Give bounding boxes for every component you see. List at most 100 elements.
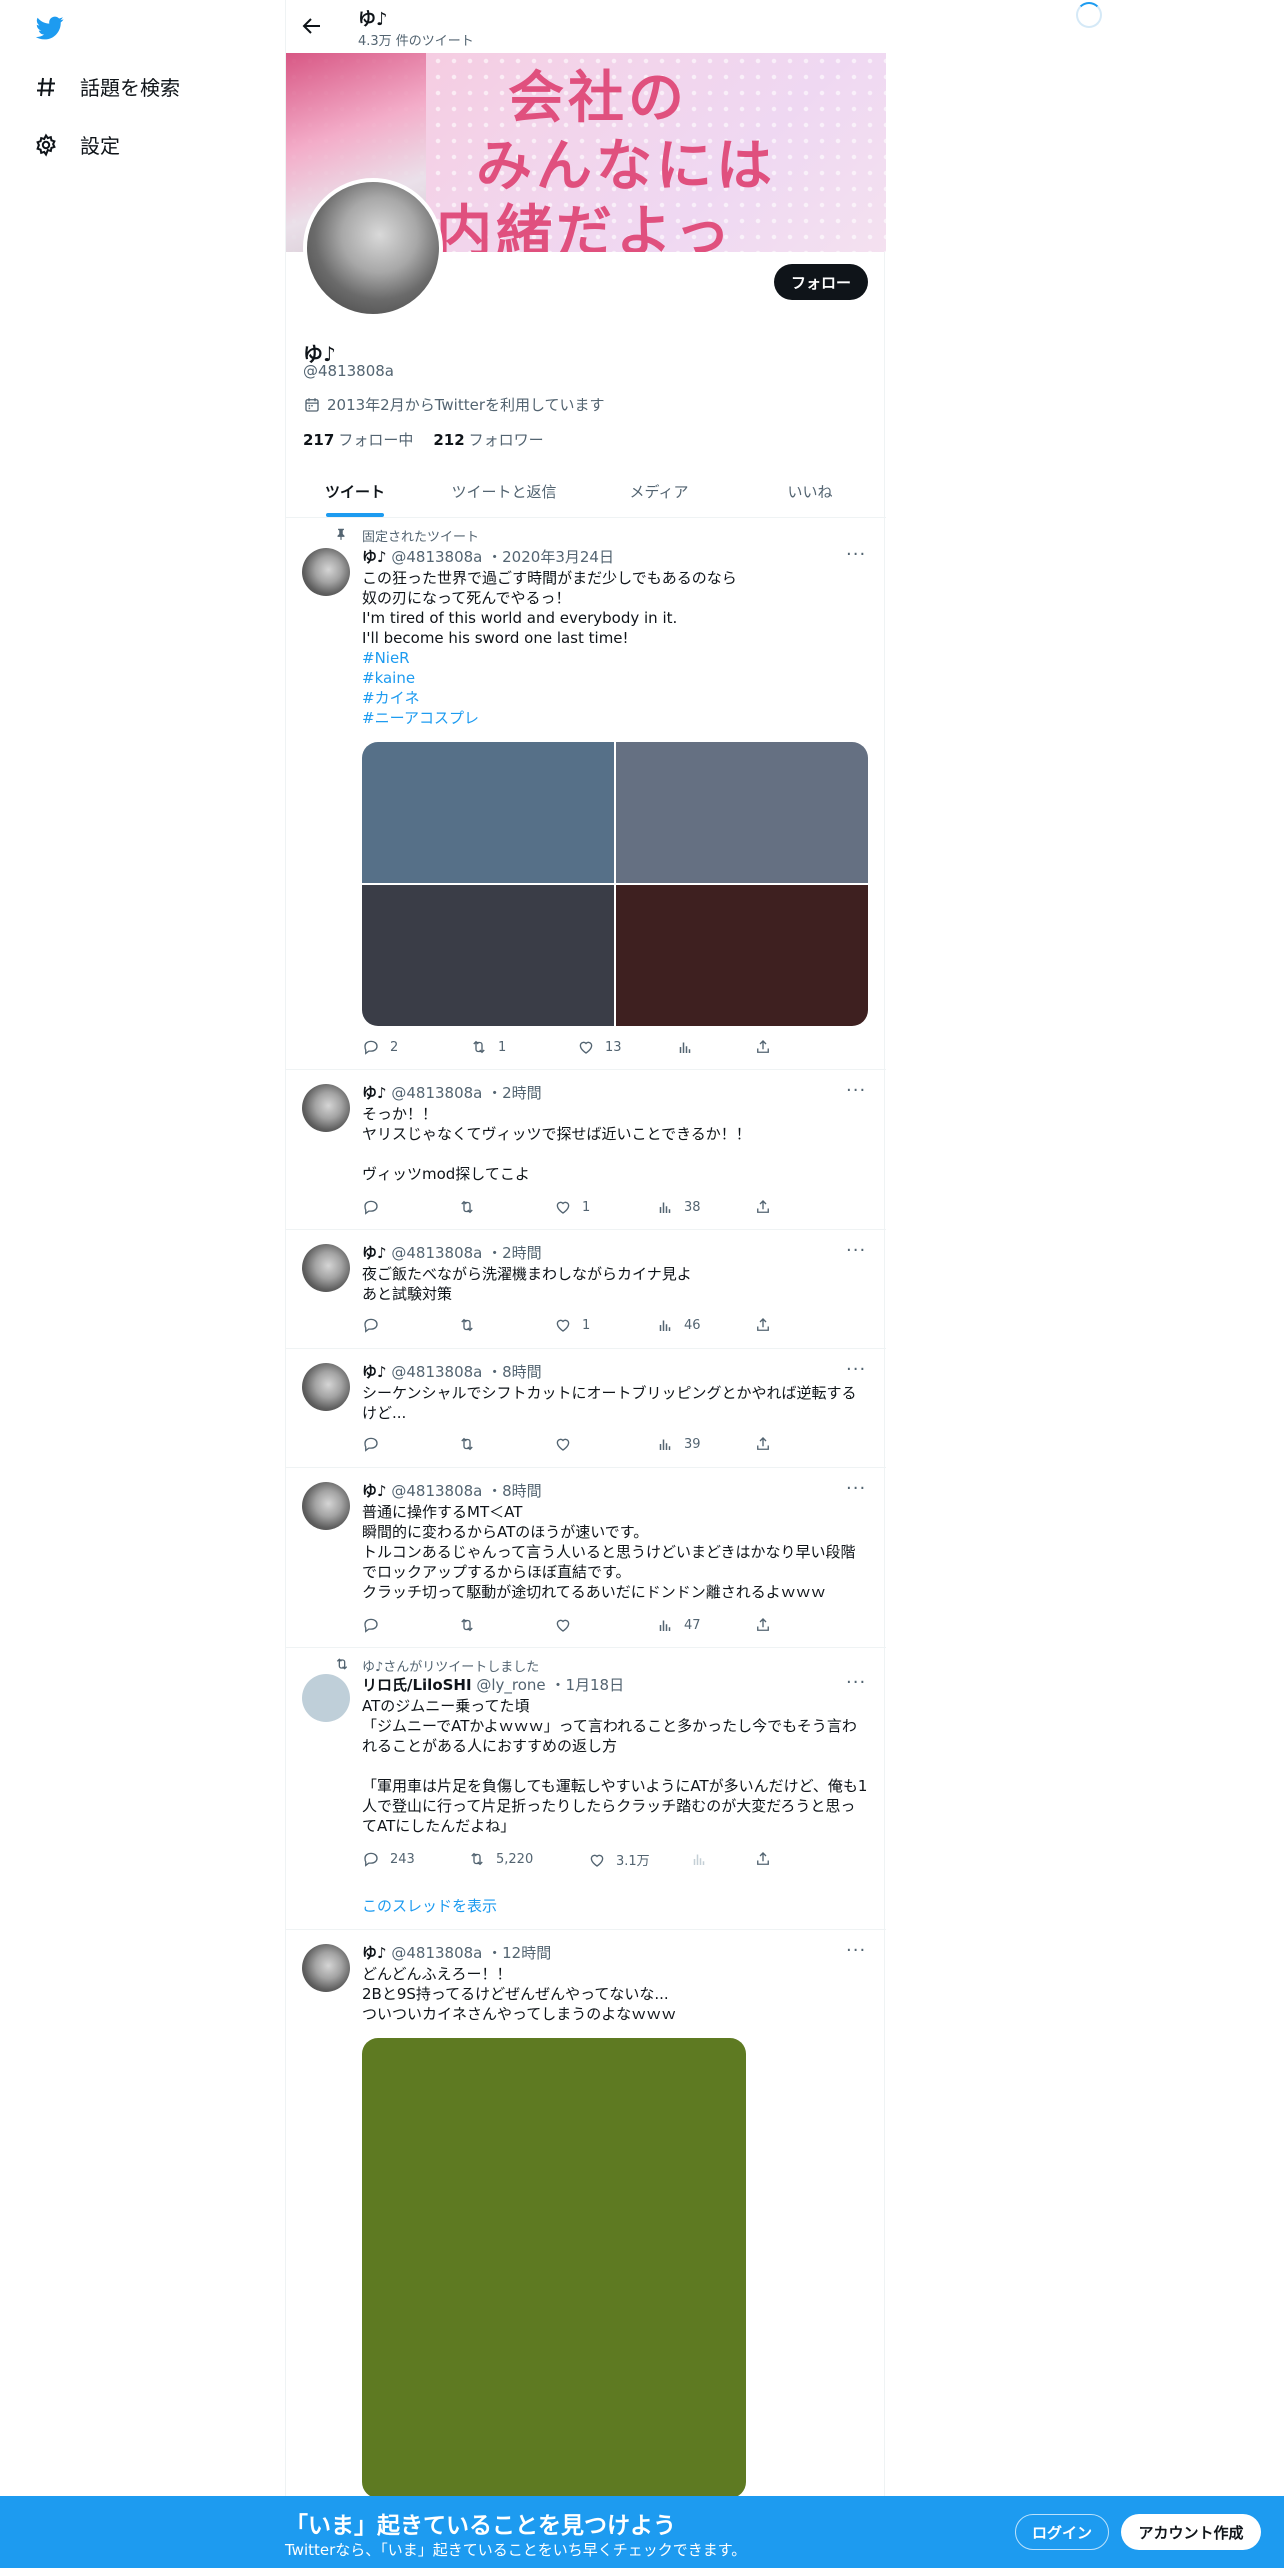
like-button[interactable]: 3.1万 xyxy=(588,1850,650,1869)
back-arrow-icon[interactable] xyxy=(300,14,324,38)
views-count: 38 xyxy=(684,1199,701,1215)
retweet-button[interactable] xyxy=(458,1616,486,1634)
views-button[interactable]: 46 xyxy=(656,1316,701,1334)
tab-tweets[interactable]: ツイート xyxy=(286,465,424,518)
tweet-line: シーケンシャルでシフトカットにオートブリッピングとかやれば逆転する xyxy=(362,1384,857,1402)
tweet-photo[interactable] xyxy=(362,885,614,1026)
nav-settings[interactable]: 設定 xyxy=(34,130,120,159)
tweet-time[interactable]: ・8時間 xyxy=(487,1363,542,1381)
reply-icon xyxy=(364,1040,378,1055)
tweet[interactable]: ゆ♪ @4813808a ・12時間 ··· どんどんふえろー！！ 2Bと9S持… xyxy=(286,1930,886,2498)
share-button[interactable] xyxy=(754,1850,772,1868)
views-chart-icon xyxy=(659,1620,671,1631)
tweet-line: 人で登山に行って片足折ったりしたらクラッチ踏むのが大変だろうと思っ xyxy=(362,1797,856,1815)
tweet-avatar[interactable] xyxy=(302,1482,350,1530)
retweet-button[interactable] xyxy=(458,1198,486,1216)
profile-avatar[interactable] xyxy=(303,178,443,318)
tweet-time[interactable]: ・8時間 xyxy=(487,1482,542,1500)
share-button[interactable] xyxy=(754,1198,772,1216)
share-button[interactable] xyxy=(754,1616,772,1634)
like-button[interactable]: 1 xyxy=(554,1316,590,1334)
login-button[interactable]: ログイン xyxy=(1015,2514,1109,2550)
twitter-logo-icon[interactable] xyxy=(34,14,66,42)
hashtag-link[interactable]: #カイネ xyxy=(362,688,872,708)
like-button[interactable] xyxy=(554,1616,582,1634)
tweet-avatar[interactable] xyxy=(302,1944,350,1992)
more-options-icon[interactable]: ··· xyxy=(846,1478,866,1499)
reply-button[interactable]: 243 xyxy=(362,1850,415,1868)
tweet[interactable]: ゆ♪ @4813808a ・2時間 ··· 夜ご飯たべながら洗濯機まわしながらカ… xyxy=(286,1230,886,1349)
reply-count: 243 xyxy=(390,1851,415,1867)
views-button[interactable]: 39 xyxy=(656,1435,701,1453)
tweet-retweet[interactable]: ゆ♪さんがリツイートしました リロ氏/LiloSHI @ly_rone ・1月1… xyxy=(286,1648,886,1930)
tweet-author-name[interactable]: ゆ♪ xyxy=(362,1363,387,1381)
tweet-pinned[interactable]: 固定されたツイート ゆ♪ @4813808a ・2020年3月24日 ··· こ… xyxy=(286,518,886,1070)
show-thread-link[interactable]: このスレッドを表示 xyxy=(362,1895,497,1916)
tweet-time[interactable]: ・1月18日 xyxy=(550,1676,624,1694)
retweet-button[interactable]: 5,220 xyxy=(468,1850,533,1868)
tweet-avatar[interactable] xyxy=(302,1244,350,1292)
tab-likes[interactable]: いいね xyxy=(734,465,886,518)
tweet-time[interactable]: ・2020年3月24日 xyxy=(487,548,614,566)
hashtag-link[interactable]: #ニーアコスプレ xyxy=(362,708,872,728)
tweet-photo[interactable] xyxy=(362,2038,746,2498)
nav-explore[interactable]: 話題を検索 xyxy=(34,72,180,101)
followers-link[interactable]: 212 フォロワー xyxy=(433,429,543,450)
retweet-button[interactable] xyxy=(458,1435,486,1453)
tweet-avatar[interactable] xyxy=(302,1674,350,1722)
retweeted-by-label[interactable]: ゆ♪さんがリツイートしました xyxy=(362,1656,539,1675)
tweet-time[interactable]: ・12時間 xyxy=(487,1944,551,1962)
share-icon xyxy=(757,1618,769,1631)
reply-button[interactable] xyxy=(362,1435,390,1453)
tweet[interactable]: ゆ♪ @4813808a ・8時間 ··· 普通に操作するMT＜AT 瞬間的に変… xyxy=(286,1468,886,1648)
hashtag-link[interactable]: #kaine xyxy=(362,668,872,688)
tweet-author-name[interactable]: ゆ♪ xyxy=(362,1084,387,1102)
tweet[interactable]: ゆ♪ @4813808a ・2時間 ··· そっか！！ ヤリスじゃなくてヴィッツ… xyxy=(286,1070,886,1230)
tweet[interactable]: ゆ♪ @4813808a ・8時間 ··· シーケンシャルでシフトカットにオート… xyxy=(286,1349,886,1468)
more-options-icon[interactable]: ··· xyxy=(846,544,866,565)
share-button[interactable] xyxy=(754,1038,772,1056)
more-options-icon[interactable]: ··· xyxy=(846,1359,866,1380)
views-button[interactable]: 38 xyxy=(656,1198,701,1216)
reply-button[interactable]: 2 xyxy=(362,1038,398,1056)
more-options-icon[interactable]: ··· xyxy=(846,1240,866,1261)
more-options-icon[interactable]: ··· xyxy=(846,1940,866,1961)
tab-media[interactable]: メディア xyxy=(584,465,734,518)
tweet-author-name[interactable]: ゆ♪ xyxy=(362,1944,387,1962)
tab-tweets-replies[interactable]: ツイートと返信 xyxy=(424,465,584,518)
reply-button[interactable] xyxy=(362,1316,390,1334)
tweet-avatar[interactable] xyxy=(302,1084,350,1132)
tweet-photo[interactable] xyxy=(616,885,868,1026)
hashtag-link[interactable]: #NieR xyxy=(362,648,872,668)
follow-button[interactable]: フォロー xyxy=(774,264,868,300)
views-button[interactable] xyxy=(690,1850,718,1868)
following-link[interactable]: 217 フォロー中 xyxy=(303,429,413,450)
tweet-time[interactable]: ・2時間 xyxy=(487,1244,542,1262)
tweet-author-handle: @4813808a xyxy=(391,1244,483,1262)
tweet-time[interactable]: ・2時間 xyxy=(487,1084,542,1102)
share-button[interactable] xyxy=(754,1316,772,1334)
more-options-icon[interactable]: ··· xyxy=(846,1080,866,1101)
tweet-photo[interactable] xyxy=(362,742,614,883)
tweet-actions: 39 xyxy=(362,1435,782,1455)
like-button[interactable] xyxy=(554,1435,582,1453)
reply-button[interactable] xyxy=(362,1198,390,1216)
views-button[interactable]: 47 xyxy=(656,1616,701,1634)
tweet-author-name[interactable]: ゆ♪ xyxy=(362,548,387,566)
like-button[interactable]: 13 xyxy=(577,1038,622,1056)
tweet-avatar[interactable] xyxy=(302,548,350,596)
share-button[interactable] xyxy=(754,1435,772,1453)
tweet-author-name[interactable]: リロ氏/LiloSHI xyxy=(362,1676,472,1694)
tweet-avatar[interactable] xyxy=(302,1363,350,1411)
tweet-media-grid xyxy=(362,742,868,1026)
retweet-button[interactable]: 1 xyxy=(470,1038,506,1056)
retweet-button[interactable] xyxy=(458,1316,486,1334)
views-button[interactable] xyxy=(676,1038,704,1056)
more-options-icon[interactable]: ··· xyxy=(846,1672,866,1693)
tweet-author-name[interactable]: ゆ♪ xyxy=(362,1482,387,1500)
like-button[interactable]: 1 xyxy=(554,1198,590,1216)
reply-button[interactable] xyxy=(362,1616,390,1634)
tweet-photo[interactable] xyxy=(616,742,868,883)
tweet-author-name[interactable]: ゆ♪ xyxy=(362,1244,387,1262)
signup-button[interactable]: アカウント作成 xyxy=(1121,2514,1261,2550)
